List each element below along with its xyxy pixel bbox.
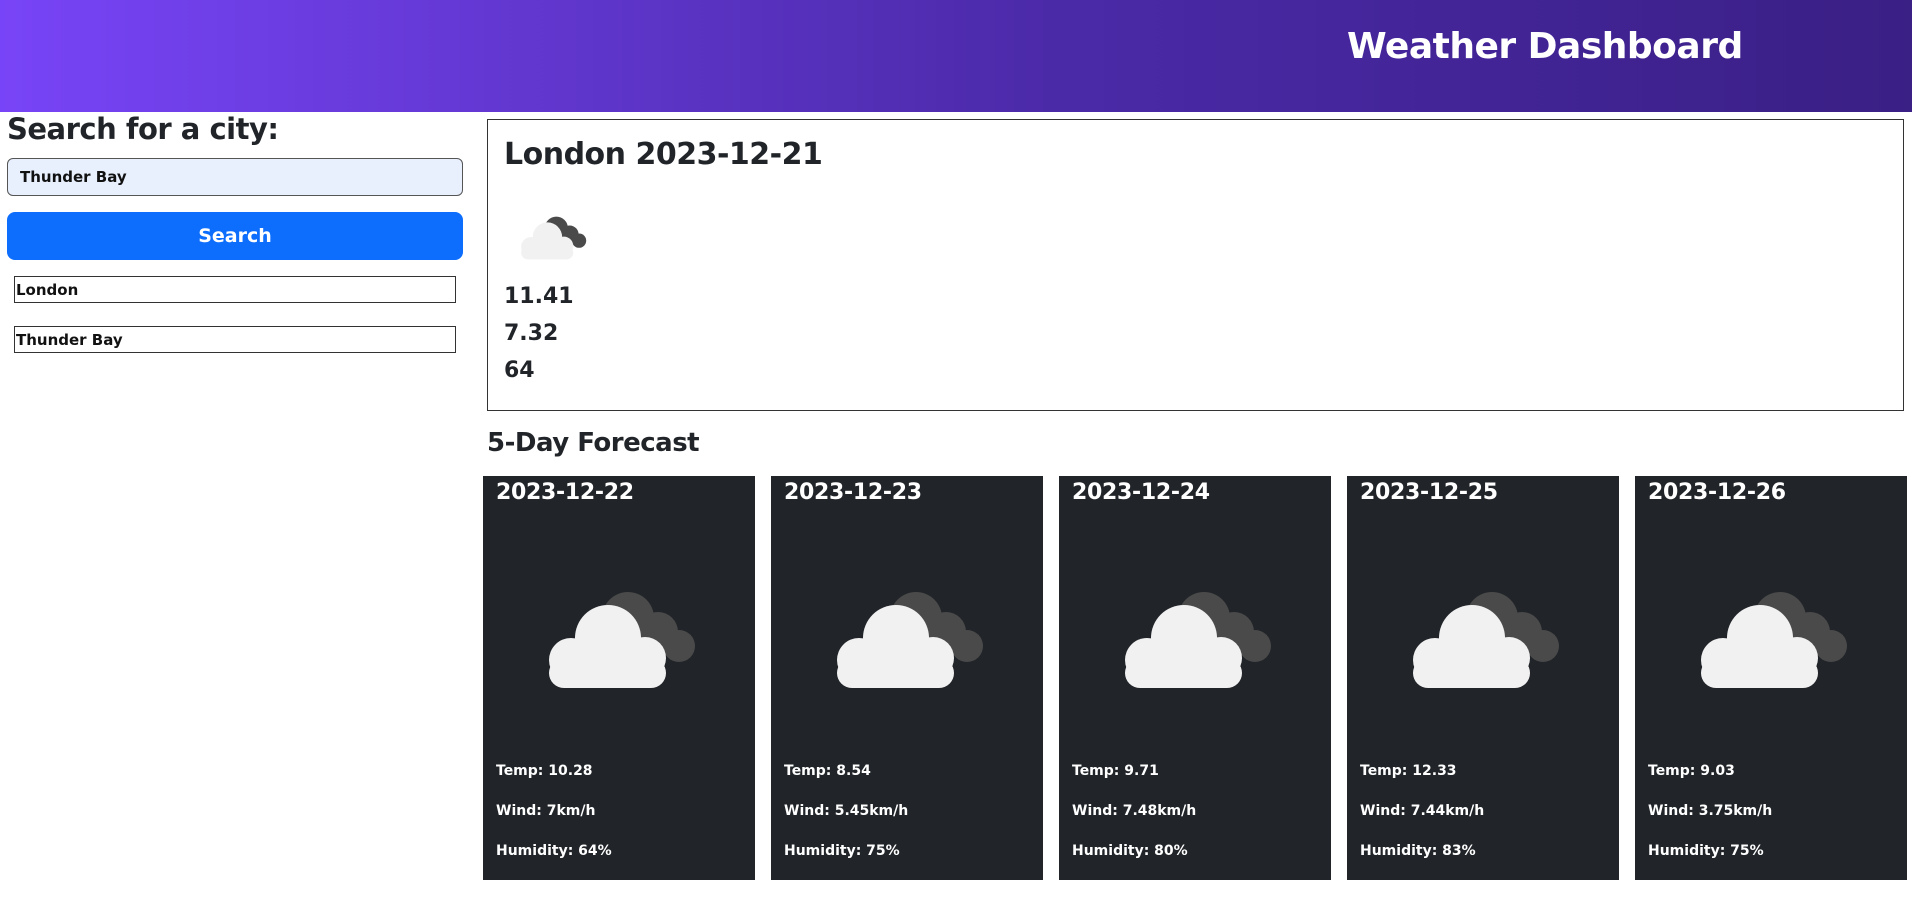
forecast-wind: Wind: 5.45km/h bbox=[784, 803, 909, 819]
forecast-wind: Wind: 7.44km/h bbox=[1360, 803, 1485, 819]
forecast-humidity: Humidity: 75% bbox=[784, 843, 900, 859]
partly-cloudy-icon bbox=[1701, 592, 1847, 688]
forecast-date: 2023-12-24 bbox=[1072, 480, 1210, 505]
forecast-card: 2023-12-26 Temp: 9.03 Wind: 3.75km/h Hum… bbox=[1635, 476, 1907, 880]
history-item-london[interactable]: London bbox=[14, 276, 456, 303]
forecast-date: 2023-12-23 bbox=[784, 480, 922, 505]
history-item-thunder-bay[interactable]: Thunder Bay bbox=[14, 326, 456, 353]
forecast-temp: Temp: 9.71 bbox=[1072, 763, 1159, 779]
partly-cloudy-icon bbox=[837, 592, 983, 688]
forecast-humidity: Humidity: 83% bbox=[1360, 843, 1476, 859]
forecast-temp: Temp: 12.33 bbox=[1360, 763, 1457, 779]
header-banner: Weather Dashboard bbox=[0, 0, 1912, 112]
partly-cloudy-icon bbox=[1413, 592, 1559, 688]
partly-cloudy-icon bbox=[1125, 592, 1271, 688]
forecast-wind: Wind: 7.48km/h bbox=[1072, 803, 1197, 819]
forecast-wind: Wind: 7km/h bbox=[496, 803, 596, 819]
forecast-humidity: Humidity: 64% bbox=[496, 843, 612, 859]
forecast-humidity: Humidity: 80% bbox=[1072, 843, 1188, 859]
forecast-temp: Temp: 9.03 bbox=[1648, 763, 1735, 779]
search-button[interactable]: Search bbox=[7, 212, 463, 260]
forecast-card: 2023-12-25 Temp: 12.33 Wind: 7.44km/h Hu… bbox=[1347, 476, 1619, 880]
forecast-card: 2023-12-24 Temp: 9.71 Wind: 7.48km/h Hum… bbox=[1059, 476, 1331, 880]
current-temp-value: 11.41 bbox=[504, 284, 574, 309]
forecast-humidity: Humidity: 75% bbox=[1648, 843, 1764, 859]
forecast-date: 2023-12-26 bbox=[1648, 480, 1786, 505]
current-weather-card: London 2023-12-21 11.41 7.32 64 bbox=[487, 119, 1904, 411]
city-search-input[interactable] bbox=[7, 158, 463, 196]
forecast-card: 2023-12-22 Temp: 10.28 Wind: 7km/h Humid… bbox=[483, 476, 755, 880]
forecast-temp: Temp: 10.28 bbox=[496, 763, 593, 779]
page-title: Weather Dashboard bbox=[1347, 26, 1743, 67]
forecast-temp: Temp: 8.54 bbox=[784, 763, 871, 779]
forecast-date: 2023-12-25 bbox=[1360, 480, 1498, 505]
partly-cloudy-icon bbox=[521, 216, 587, 260]
forecast-heading: 5-Day Forecast bbox=[487, 428, 700, 458]
forecast-wind: Wind: 3.75km/h bbox=[1648, 803, 1773, 819]
search-heading: Search for a city: bbox=[7, 112, 279, 146]
current-humidity-value: 64 bbox=[504, 358, 535, 383]
forecast-date: 2023-12-22 bbox=[496, 480, 634, 505]
current-city-date: London 2023-12-21 bbox=[504, 137, 823, 172]
partly-cloudy-icon bbox=[549, 592, 695, 688]
current-wind-value: 7.32 bbox=[504, 321, 559, 346]
forecast-card: 2023-12-23 Temp: 8.54 Wind: 5.45km/h Hum… bbox=[771, 476, 1043, 880]
